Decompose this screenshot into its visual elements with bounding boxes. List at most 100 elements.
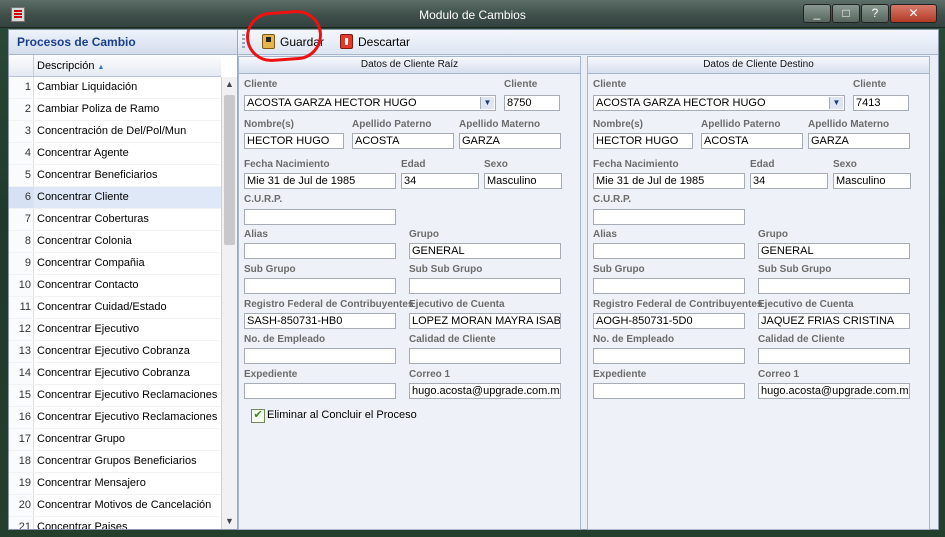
list-item[interactable]: 11 Concentrar Cuidad/Estado xyxy=(9,297,221,319)
list-item[interactable]: 19 Concentrar Mensajero xyxy=(9,473,221,495)
row-number: 8 xyxy=(9,231,34,252)
row-number: 16 xyxy=(9,407,34,428)
sub-grupo-label: Sub Grupo xyxy=(593,264,645,275)
cliente-value: ACOSTA GARZA HECTOR HUGO xyxy=(247,97,417,109)
empleado-field[interactable] xyxy=(244,348,396,364)
list-item[interactable]: 10 Concentrar Contacto xyxy=(9,275,221,297)
correo-field[interactable]: hugo.acosta@upgrade.com.mx xyxy=(409,383,561,399)
fecha-nacimiento-field[interactable]: Mie 31 de Jul de 1985 xyxy=(244,173,396,189)
scroll-up-icon[interactable]: ▲ xyxy=(222,77,237,92)
list-scrollbar[interactable]: ▲ ▼ xyxy=(221,77,237,529)
list-item-label: Concentrar Grupo xyxy=(37,433,126,445)
delete-on-complete-checkbox[interactable]: ✔ xyxy=(251,409,265,423)
grupo-field[interactable]: GENERAL xyxy=(758,243,910,259)
calidad-field[interactable] xyxy=(409,348,561,364)
list-item-label: Concentrar Contacto xyxy=(37,279,139,291)
curp-field[interactable] xyxy=(593,209,745,225)
dropdown-arrow-icon[interactable]: ▼ xyxy=(480,97,494,109)
list-item-label: Concentrar Colonia xyxy=(37,235,132,247)
calidad-field[interactable] xyxy=(758,348,910,364)
row-number: 1 xyxy=(9,77,34,98)
sub-grupo-field[interactable] xyxy=(593,278,745,294)
discard-icon xyxy=(340,34,353,49)
title-bar[interactable]: Modulo de Cambios _ □ ? ✕ xyxy=(0,0,945,28)
list-item[interactable]: 6 Concentrar Cliente xyxy=(9,187,221,209)
grupo-field[interactable]: GENERAL xyxy=(409,243,561,259)
list-item[interactable]: 21 Concentrar Paises xyxy=(9,517,221,529)
minimize-button[interactable]: _ xyxy=(803,4,831,23)
cliente-num-label: Cliente xyxy=(504,79,538,90)
list-item[interactable]: 9 Concentrar Compañia xyxy=(9,253,221,275)
alias-label: Alias xyxy=(593,229,617,240)
empleado-label: No. de Empleado xyxy=(593,334,675,345)
list-item[interactable]: 15 Concentrar Ejecutivo Reclamaciones xyxy=(9,385,221,407)
list-item[interactable]: 14 Concentrar Ejecutivo Cobranza xyxy=(9,363,221,385)
list-item[interactable]: 13 Concentrar Ejecutivo Cobranza xyxy=(9,341,221,363)
expediente-field[interactable] xyxy=(244,383,396,399)
list-item[interactable]: 7 Concentrar Coberturas xyxy=(9,209,221,231)
discard-button[interactable]: Descartar xyxy=(340,33,412,51)
sexo-field[interactable]: Masculino xyxy=(484,173,562,189)
list-item[interactable]: 12 Concentrar Ejecutivo xyxy=(9,319,221,341)
sub-grupo-field[interactable] xyxy=(244,278,396,294)
rfc-field[interactable]: SASH-850731-HB0 xyxy=(244,313,396,329)
list-item[interactable]: 16 Concentrar Ejecutivo Reclamaciones xyxy=(9,407,221,429)
ejecutivo-field[interactable]: JAQUEZ FRIAS CRISTINA xyxy=(758,313,910,329)
sexo-label: Sexo xyxy=(833,159,857,170)
expediente-field[interactable] xyxy=(593,383,745,399)
grupo-value: GENERAL xyxy=(761,245,814,257)
edad-value: 34 xyxy=(753,175,766,187)
ejecutivo-field[interactable]: LOPEZ MORAN MAYRA ISABEL xyxy=(409,313,561,329)
cliente-combobox[interactable]: ACOSTA GARZA HECTOR HUGO ▼ xyxy=(593,95,845,111)
column-header[interactable]: Descripción xyxy=(9,55,221,77)
fecha-nacimiento-field[interactable]: Mie 31 de Jul de 1985 xyxy=(593,173,745,189)
sexo-field[interactable]: Masculino xyxy=(833,173,911,189)
scroll-down-icon[interactable]: ▼ xyxy=(222,514,237,529)
scroll-thumb[interactable] xyxy=(224,95,235,245)
origin-client-panel: Datos de Cliente Raíz Cliente ACOSTA GARZA… xyxy=(238,56,581,530)
alias-field[interactable] xyxy=(244,243,396,259)
cliente-combobox[interactable]: ACOSTA GARZA HECTOR HUGO ▼ xyxy=(244,95,496,111)
list-item[interactable]: 5 Concentrar Beneficiarios xyxy=(9,165,221,187)
dropdown-arrow-icon[interactable]: ▼ xyxy=(829,97,843,109)
list-item-label: Concentrar Ejecutivo Reclamaciones xyxy=(37,389,218,401)
app-window: Modulo de Cambios _ □ ? ✕ Procesos de Ca… xyxy=(0,0,945,537)
edad-field[interactable]: 34 xyxy=(750,173,828,189)
rfc-field[interactable]: AOGH-850731-5D0 xyxy=(593,313,745,329)
cliente-num-field[interactable]: 7413 xyxy=(853,95,909,111)
cliente-num-field[interactable]: 8750 xyxy=(504,95,560,111)
grupo-value: GENERAL xyxy=(412,245,465,257)
apellido-materno-field[interactable]: GARZA xyxy=(808,133,910,149)
nombres-label: Nombre(s) xyxy=(593,119,644,130)
delete-on-complete-label[interactable]: Eliminar al Concluir el Proceso xyxy=(267,409,417,421)
list-item-label: Cambiar Liquidación xyxy=(37,81,138,93)
list-item[interactable]: 3 Concentración de Del/Pol/Mun xyxy=(9,121,221,143)
list-item-label: Concentrar Mensajero xyxy=(37,477,146,489)
correo-field[interactable]: hugo.acosta@upgrade.com.mx xyxy=(758,383,910,399)
apellido-materno-field[interactable]: GARZA xyxy=(459,133,561,149)
discard-label: Descartar xyxy=(358,35,411,49)
curp-field[interactable] xyxy=(244,209,396,225)
maximize-button[interactable]: □ xyxy=(832,4,860,23)
close-button[interactable]: ✕ xyxy=(890,4,937,23)
cliente-num-label: Cliente xyxy=(853,79,887,90)
empleado-field[interactable] xyxy=(593,348,745,364)
list-item[interactable]: 8 Concentrar Colonia xyxy=(9,231,221,253)
nombres-field[interactable]: HECTOR HUGO xyxy=(244,133,344,149)
list-item[interactable]: 20 Concentrar Motivos de Cancelación xyxy=(9,495,221,517)
list-item[interactable]: 17 Concentrar Grupo xyxy=(9,429,221,451)
help-button[interactable]: ? xyxy=(861,4,889,23)
list-item[interactable]: 18 Concentrar Grupos Beneficiarios xyxy=(9,451,221,473)
apellido-paterno-field[interactable]: ACOSTA xyxy=(701,133,803,149)
nombres-field[interactable]: HECTOR HUGO xyxy=(593,133,693,149)
list-item[interactable]: 4 Concentrar Agente xyxy=(9,143,221,165)
toolbar-grip[interactable] xyxy=(242,34,245,50)
description-column-header[interactable]: Descripción xyxy=(37,60,104,72)
sub-sub-grupo-field[interactable] xyxy=(758,278,910,294)
edad-field[interactable]: 34 xyxy=(401,173,479,189)
sub-sub-grupo-field[interactable] xyxy=(409,278,561,294)
apellido-paterno-field[interactable]: ACOSTA xyxy=(352,133,454,149)
list-item[interactable]: 1 Cambiar Liquidación xyxy=(9,77,221,99)
alias-field[interactable] xyxy=(593,243,745,259)
list-item[interactable]: 2 Cambiar Poliza de Ramo xyxy=(9,99,221,121)
